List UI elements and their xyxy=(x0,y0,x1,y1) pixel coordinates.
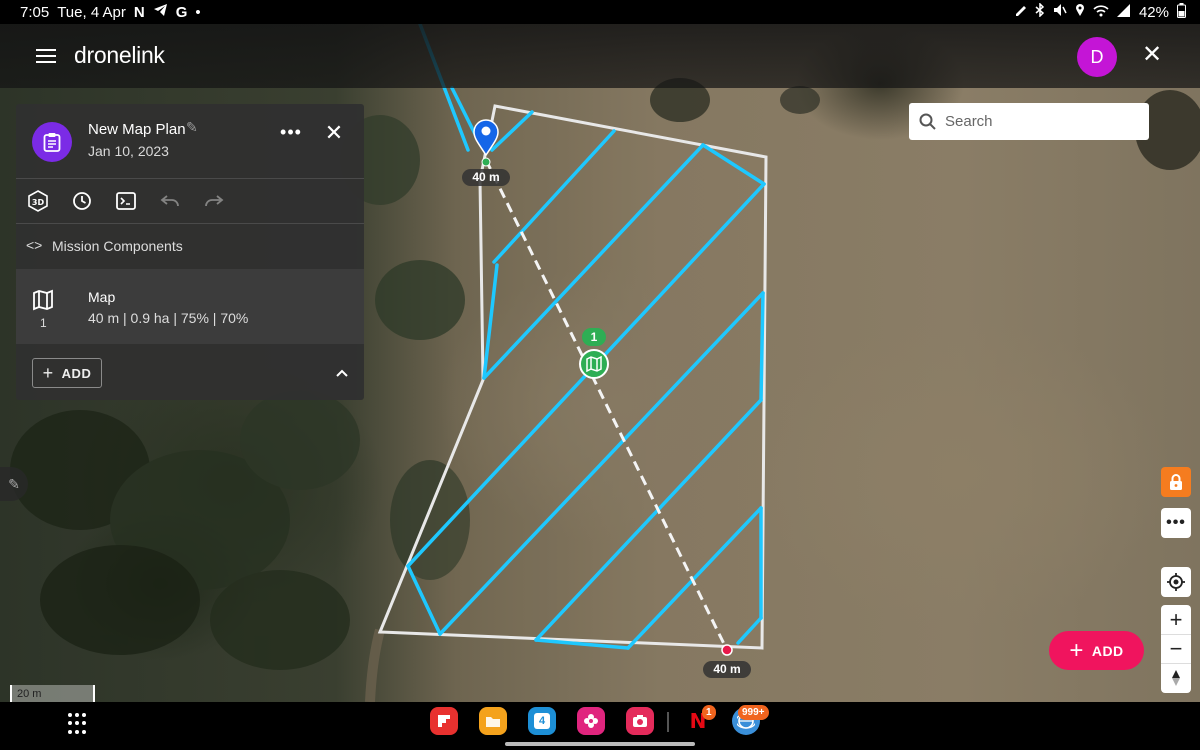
end-marker xyxy=(721,644,733,656)
zoom-in-icon[interactable]: + xyxy=(1161,605,1191,634)
bluetooth-icon xyxy=(1035,2,1045,21)
map-icon xyxy=(32,289,54,311)
end-altitude-label: 40 m xyxy=(703,661,751,678)
plan-panel: New Map Plan ✎ Jan 10, 2023 ••• ✕ 3D <> … xyxy=(16,104,364,400)
plan-header: New Map Plan ✎ Jan 10, 2023 ••• ✕ xyxy=(16,104,364,178)
netflix-notification-icon: N xyxy=(133,3,145,21)
menu-icon[interactable] xyxy=(36,44,60,68)
component-detail: 40 m | 0.9 ha | 75% | 70% xyxy=(88,310,249,326)
mute-icon xyxy=(1053,3,1067,21)
status-date: Tue, 4 Apr xyxy=(57,3,126,21)
pen-icon xyxy=(1015,4,1027,21)
google-icon: G xyxy=(175,3,188,21)
plan-date: Jan 10, 2023 xyxy=(88,143,169,159)
app-drawer-icon[interactable] xyxy=(68,713,90,735)
zoom-controls: + − xyxy=(1161,605,1191,693)
search-input[interactable] xyxy=(945,107,1141,135)
camera-icon[interactable] xyxy=(626,707,654,735)
calendar-icon[interactable]: 4 xyxy=(528,707,556,735)
location-icon xyxy=(1075,3,1085,21)
system-nav-bar: 4 N 1 999+ xyxy=(0,702,1200,750)
map-boundary xyxy=(377,104,768,650)
add-component-button[interactable]: + ADD xyxy=(32,358,102,388)
search-icon xyxy=(919,113,936,130)
plan-toolbar: 3D xyxy=(16,179,364,223)
browser-badge: 999+ xyxy=(738,705,769,720)
history-icon[interactable] xyxy=(70,189,94,213)
my-location-icon[interactable] xyxy=(1161,567,1191,597)
component-badge: 1 xyxy=(582,328,606,346)
map-icon xyxy=(586,356,602,372)
plus-icon: + xyxy=(1069,636,1084,664)
status-time: 7:05 xyxy=(20,3,50,21)
more-options-icon[interactable]: ••• xyxy=(279,122,303,146)
blossom-icon[interactable] xyxy=(577,707,605,735)
add-fab-label: ADD xyxy=(1091,642,1124,659)
app-bar: dronelink D ✕ xyxy=(0,24,1200,88)
component-name: Map xyxy=(88,289,116,305)
signal-icon xyxy=(1116,3,1131,21)
redo-icon[interactable] xyxy=(202,189,226,213)
home-indicator[interactable] xyxy=(505,742,695,746)
plan-title[interactable]: New Map Plan xyxy=(88,121,186,138)
search-box xyxy=(909,103,1149,140)
telegram-icon xyxy=(153,3,168,21)
status-bar: 7:05 Tue, 4 Apr N G • 42% xyxy=(0,0,1200,24)
close-panel-icon[interactable]: ✕ xyxy=(322,122,346,146)
dock-separator xyxy=(667,712,669,732)
terminal-icon[interactable] xyxy=(114,189,138,213)
user-avatar[interactable]: D xyxy=(1077,37,1117,77)
component-index: 1 xyxy=(40,316,47,330)
app-logo: dronelink xyxy=(74,42,165,68)
wifi-icon xyxy=(1093,4,1109,21)
dot-icon: • xyxy=(195,3,201,21)
add-component-label: ADD xyxy=(61,365,92,381)
map-component-marker[interactable] xyxy=(579,349,609,379)
zoom-out-icon[interactable]: − xyxy=(1161,634,1191,663)
undo-icon[interactable] xyxy=(158,189,182,213)
flipboard-icon[interactable] xyxy=(430,707,458,735)
files-icon[interactable] xyxy=(479,707,507,735)
svg-text:3D: 3D xyxy=(32,198,45,207)
calendar-day: 4 xyxy=(534,713,550,729)
code-icon: <> xyxy=(26,237,43,253)
pencil-icon[interactable]: ✎ xyxy=(186,119,198,136)
mission-components-label: Mission Components xyxy=(52,238,183,254)
close-icon[interactable]: ✕ xyxy=(1140,43,1164,68)
3d-view-icon[interactable]: 3D xyxy=(26,189,50,213)
plus-icon: + xyxy=(42,362,54,383)
map-more-icon[interactable]: ••• xyxy=(1161,508,1191,538)
start-altitude-label: 40 m xyxy=(462,169,510,186)
compass-icon[interactable] xyxy=(1161,663,1191,692)
mission-components-row[interactable]: <> Mission Components xyxy=(16,224,364,268)
map-scale: 20 m xyxy=(10,685,95,702)
lock-icon[interactable] xyxy=(1161,467,1191,497)
battery-level: 42% xyxy=(1138,3,1169,21)
battery-icon xyxy=(1177,2,1186,22)
netflix-badge: 1 xyxy=(702,705,716,720)
chevron-up-icon[interactable] xyxy=(332,363,352,383)
add-fab-button[interactable]: + ADD xyxy=(1049,631,1144,670)
clipboard-icon xyxy=(32,122,72,162)
component-item-map[interactable]: 1 Map 40 m | 0.9 ha | 75% | 70% xyxy=(16,269,364,344)
